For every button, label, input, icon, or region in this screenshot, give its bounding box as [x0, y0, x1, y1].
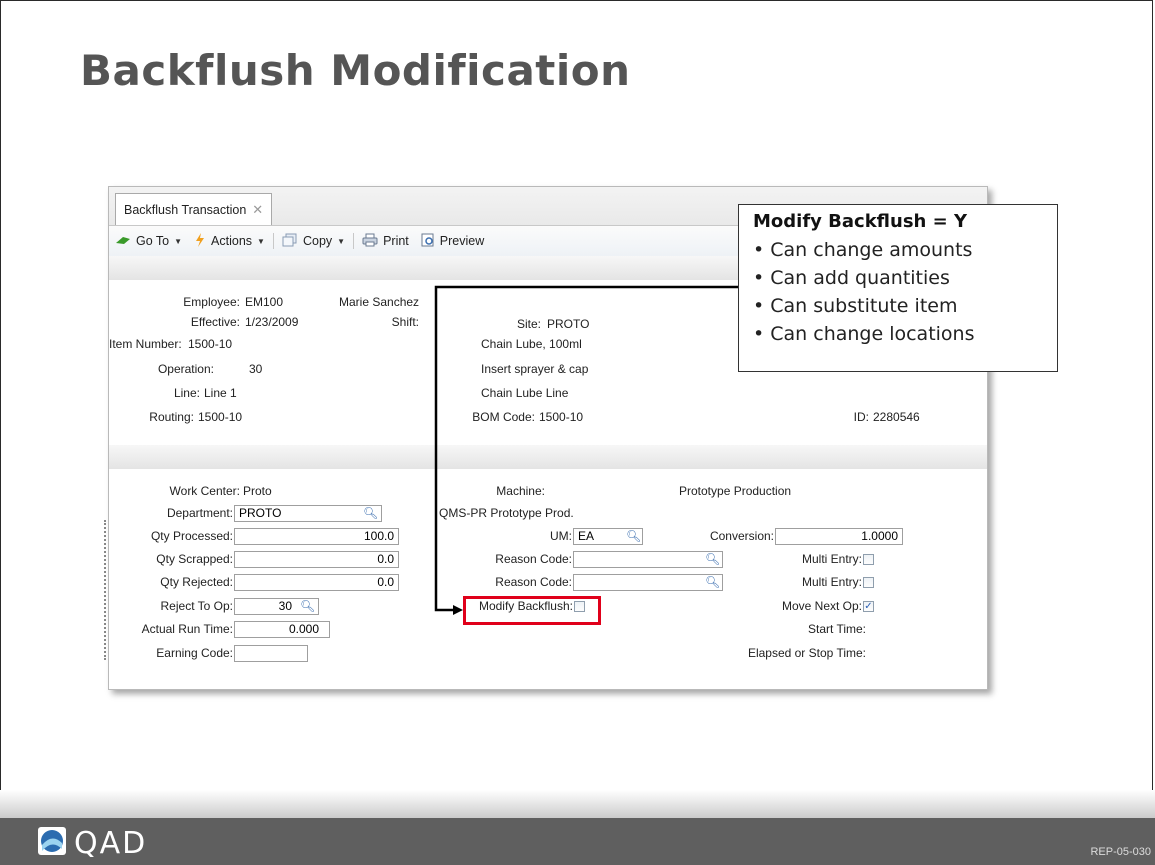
footer-bar	[0, 818, 1155, 865]
search-icon[interactable]: 🔍︎	[705, 575, 720, 589]
actions-button[interactable]: Actions ▼	[188, 232, 271, 250]
tab-label: Backflush Transaction	[124, 202, 247, 217]
elapsed-time-label: Elapsed or Stop Time:	[747, 646, 866, 660]
reason-code-label: Reason Code:	[495, 575, 572, 589]
chevron-down-icon: ▼	[257, 236, 265, 246]
earning-code-label: Earning Code:	[156, 646, 233, 660]
item-description: Chain Lube, 100ml	[481, 337, 582, 351]
conversion-label: Conversion:	[709, 529, 774, 543]
reason-code-field[interactable]	[573, 551, 723, 568]
chevron-down-icon: ▼	[174, 236, 183, 246]
copy-icon	[282, 233, 298, 250]
qty-processed-field[interactable]: 100.0	[234, 528, 399, 545]
department-label: Department:	[166, 506, 233, 520]
line-value: Line 1	[204, 386, 237, 400]
preview-icon	[421, 233, 435, 250]
form-band	[109, 445, 987, 469]
effective-value: 1/23/2009	[245, 315, 299, 329]
start-time-label: Start Time:	[807, 622, 866, 636]
multi-entry-label: Multi Entry:	[801, 575, 862, 589]
um-label: UM:	[550, 529, 572, 543]
qty-scrapped-label: Qty Scrapped:	[156, 552, 233, 566]
qty-scrapped-field[interactable]: 0.0	[234, 551, 399, 568]
machine-label: Machine:	[496, 484, 545, 498]
callout-list: Can change amounts Can add quantities Ca…	[753, 236, 1047, 348]
site-label: Site:	[516, 317, 541, 331]
qad-logo-icon	[38, 827, 66, 860]
work-center-label: Work Center:	[169, 484, 240, 498]
copy-button[interactable]: Copy ▼	[276, 233, 351, 250]
actual-run-time-label: Actual Run Time:	[141, 622, 233, 636]
move-next-op-checkbox[interactable]: ✓	[863, 601, 874, 612]
search-icon[interactable]: 🔍︎	[363, 506, 378, 520]
reason-code-field[interactable]	[573, 574, 723, 591]
left-dotted-edge	[104, 520, 107, 660]
qty-rejected-label: Qty Rejected:	[160, 575, 233, 589]
reject-to-op-label: Reject To Op:	[160, 599, 233, 613]
earning-code-field[interactable]	[234, 645, 308, 662]
qad-logo: QAD	[38, 826, 147, 861]
effective-label: Effective:	[190, 315, 240, 329]
id-value: 2280546	[873, 410, 920, 424]
multi-entry-label: Multi Entry:	[801, 552, 862, 566]
toolbar-separator	[353, 233, 355, 249]
bom-code-label: BOM Code:	[472, 410, 535, 424]
chevron-down-icon: ▼	[337, 236, 346, 246]
search-icon[interactable]: 🔍︎	[300, 599, 315, 613]
routing-value: 1500-10	[198, 410, 243, 424]
modify-backflush-callout: Modify Backflush = Y Can change amounts …	[738, 204, 1058, 372]
callout-heading: Modify Backflush = Y	[753, 211, 968, 232]
work-center-value: Proto	[243, 484, 272, 498]
machine-value: Prototype Production	[679, 484, 792, 498]
qty-rejected-field[interactable]: 0.0	[234, 574, 399, 591]
item-number-value: 1500-10	[188, 337, 233, 351]
close-icon[interactable]: ✕	[252, 202, 263, 218]
multi-entry-checkbox[interactable]	[863, 577, 874, 588]
move-next-op-label: Move Next Op:	[781, 599, 862, 613]
go-arrow-icon	[115, 234, 131, 248]
slide-code: REP-05-030	[1090, 846, 1151, 858]
goto-button[interactable]: Go To ▼	[109, 234, 188, 248]
lightning-icon	[194, 232, 206, 250]
callout-item: Can change locations	[753, 320, 1047, 348]
multi-entry-checkbox[interactable]	[863, 554, 874, 565]
toolbar-separator	[272, 233, 274, 249]
employee-name: Marie Sanchez	[339, 295, 420, 309]
employee-value: EM100	[245, 295, 284, 309]
line-label: Line:	[173, 386, 200, 400]
shift-label: Shift:	[391, 315, 419, 329]
actual-run-time-field[interactable]: 0.000	[234, 621, 330, 638]
employee-label: Employee:	[183, 295, 240, 309]
modify-backflush-highlight	[463, 596, 601, 625]
preview-button[interactable]: Preview	[415, 233, 490, 250]
department-field[interactable]: PROTO	[234, 505, 382, 522]
reason-code-label: Reason Code:	[495, 552, 572, 566]
conversion-field[interactable]: 1.0000	[775, 528, 903, 545]
tab-backflush-transaction[interactable]: Backflush Transaction ✕	[115, 193, 273, 225]
qty-processed-label: Qty Processed:	[150, 529, 233, 543]
printer-icon	[362, 233, 378, 250]
item-number-label: Item Number:	[109, 337, 182, 351]
callout-item: Can add quantities	[753, 264, 1047, 292]
search-icon[interactable]: 🔍︎	[626, 529, 641, 543]
callout-item: Can substitute item	[753, 292, 1047, 320]
search-icon[interactable]: 🔍︎	[705, 552, 720, 566]
operation-value: 30	[249, 362, 263, 376]
print-button[interactable]: Print	[356, 233, 415, 250]
operation-description: Insert sprayer & cap	[481, 362, 589, 376]
id-label: ID:	[853, 410, 869, 424]
department-description: QMS-PR Prototype Prod.	[439, 506, 574, 520]
operation-label: Operation:	[157, 362, 214, 376]
footer-gradient	[0, 790, 1155, 820]
qad-logo-text: QAD	[74, 826, 148, 861]
bom-code-value: 1500-10	[539, 410, 584, 424]
site-value: PROTO	[547, 317, 590, 331]
routing-label: Routing:	[149, 410, 194, 424]
slide-title: Backflush Modification	[80, 46, 631, 95]
line-description: Chain Lube Line	[481, 386, 569, 400]
callout-item: Can change amounts	[753, 236, 1047, 264]
